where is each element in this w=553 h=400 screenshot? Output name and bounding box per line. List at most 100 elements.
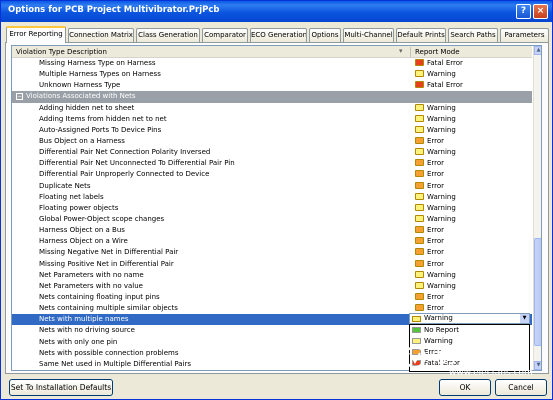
filter-icon[interactable]: ▾ <box>399 47 403 55</box>
report-mode-icon <box>415 237 424 245</box>
violation-name: Harness Object on a Bus <box>39 226 125 235</box>
violation-row[interactable]: Harness Object on a Bus Error <box>12 225 532 236</box>
report-mode-cell[interactable]: Warning <box>415 192 456 203</box>
violation-name: Same Net used in Multiple Differential P… <box>39 359 192 368</box>
report-mode-cell[interactable]: Error <box>415 225 444 236</box>
tab-comparator[interactable]: Comparator <box>202 28 248 42</box>
scrollbar-thumb[interactable] <box>534 238 541 346</box>
report-mode-cell[interactable]: Error <box>415 247 444 258</box>
report-mode-label: Error <box>427 170 445 179</box>
violation-row[interactable]: Harness Object on a Wire Error <box>12 236 532 247</box>
report-mode-cell[interactable]: Warning <box>415 214 456 225</box>
violation-row[interactable]: Auto-Assigned Ports To Device Pins Warnin… <box>12 125 532 136</box>
violation-row[interactable]: Adding Items from hidden net to net Warni… <box>12 114 532 125</box>
violation-row[interactable]: Missing Negative Net in Differential Pai… <box>12 247 532 258</box>
report-mode-cell[interactable]: Error <box>415 136 444 147</box>
report-mode-cell[interactable]: Fatal Error <box>415 80 463 91</box>
category-row[interactable]: − Violations Associated with Nets <box>12 91 532 103</box>
report-mode-cell[interactable]: Error <box>415 236 444 247</box>
violation-row[interactable]: Differential Pair Unproperly Connected t… <box>12 169 532 180</box>
warning-icon <box>412 316 421 322</box>
report-mode-cell[interactable]: Error <box>415 158 444 169</box>
tab-parameters[interactable]: Parameters <box>500 28 549 42</box>
tab-options[interactable]: Options <box>309 28 341 42</box>
violation-row[interactable]: Missing Harness Type on Harness Fatal Err… <box>12 58 532 69</box>
report-mode-icon <box>415 203 424 211</box>
report-mode-cell[interactable]: Warning <box>415 125 456 136</box>
report-mode-cell[interactable]: Error <box>415 169 444 180</box>
violation-name: Violations Associated with Nets <box>26 92 136 101</box>
tab-class-generation[interactable]: Class Generation <box>136 28 200 42</box>
set-to-installation-defaults-button[interactable]: Set To Installation Defaults <box>9 379 113 396</box>
column-header-violation-type[interactable]: Violation Type Description <box>16 48 107 56</box>
violation-name: Missing Negative Net in Differential Pai… <box>39 248 179 257</box>
tab-search-paths[interactable]: Search Paths <box>448 28 498 42</box>
cancel-button[interactable]: Cancel <box>495 379 547 396</box>
column-divider[interactable] <box>410 47 411 57</box>
violation-row[interactable]: Unknown Harness Type Fatal Error <box>12 80 532 91</box>
close-button[interactable]: × <box>533 4 548 19</box>
violation-row[interactable]: Nets containing floating input pins Error <box>12 292 532 303</box>
violation-row[interactable]: Adding hidden net to sheet Warning <box>12 103 532 114</box>
window-title: Options for PCB Project Multivibrator.Pr… <box>8 5 220 15</box>
violation-row[interactable]: Differential Pair Net Connection Polarit… <box>12 147 532 158</box>
tab-multi-channel[interactable]: Multi-Channel <box>343 28 394 42</box>
violation-name: Adding Items from hidden net to net <box>39 114 167 123</box>
report-mode-cell[interactable]: Fatal Error <box>415 58 463 69</box>
chevron-down-icon[interactable]: ▼ <box>520 314 529 323</box>
violation-name: Floating power objects <box>39 203 119 212</box>
violation-name: Missing Harness Type on Harness <box>39 59 156 67</box>
report-mode-cell[interactable]: Warning <box>415 281 456 292</box>
report-mode-label: Error <box>427 292 445 301</box>
violation-name: Multiple Harness Types on Harness <box>39 70 161 79</box>
tab-default-prints[interactable]: Default Prints <box>396 28 446 42</box>
elecfans-watermark: 电子发烧友 www.elecfans.com <box>403 345 533 378</box>
report-mode-icon <box>415 114 424 122</box>
tab-error-reporting[interactable]: Error Reporting <box>6 26 66 43</box>
dropdown-option[interactable]: No Report <box>410 325 529 336</box>
report-mode-cell[interactable]: Warning <box>415 147 456 158</box>
tab-connection-matrix[interactable]: Connection Matrix <box>68 28 134 42</box>
report-mode-combo[interactable]: Warning ▼ <box>409 313 530 324</box>
report-mode-cell[interactable]: Error <box>415 292 444 303</box>
violation-row[interactable]: Missing Positive Net in Differential Pai… <box>12 259 532 270</box>
report-mode-cell[interactable]: Warning <box>415 114 456 125</box>
violation-row[interactable]: Differential Pair Net Unconnected To Dif… <box>12 158 532 169</box>
tab-eco-generation[interactable]: ECO Generation <box>250 28 307 42</box>
report-mode-cell[interactable]: Warning <box>415 203 456 214</box>
violation-row[interactable]: Net Parameters with no name Warning <box>12 270 532 281</box>
report-mode-label: Error <box>427 136 445 145</box>
violation-name: Nets with no driving source <box>39 326 135 335</box>
scroll-up-arrow-icon[interactable]: ▲ <box>534 46 541 55</box>
violation-row[interactable]: Global Power-Object scope changes Warning <box>12 214 532 225</box>
report-mode-cell[interactable]: Warning <box>415 69 456 80</box>
violation-row[interactable]: Bus Object on a Harness Error <box>12 136 532 147</box>
violation-row[interactable]: Net Parameters with no value Warning <box>12 281 532 292</box>
report-mode-label: Warning <box>427 203 456 212</box>
report-mode-cell[interactable]: Error <box>415 259 444 270</box>
violation-name: Nets with possible connection problems <box>39 348 179 357</box>
violation-row[interactable]: Duplicate Nets Error <box>12 181 532 192</box>
violation-row[interactable]: Floating net labels Warning <box>12 192 532 203</box>
column-header-report-mode[interactable]: Report Mode <box>415 48 460 56</box>
violation-name: Adding hidden net to sheet <box>39 103 135 112</box>
report-mode-icon <box>415 136 424 144</box>
violation-name: Nets containing floating input pins <box>39 292 160 301</box>
report-mode-cell[interactable]: Warning <box>415 270 456 281</box>
ok-button[interactable]: OK <box>439 379 491 396</box>
report-mode-icon <box>415 81 424 89</box>
violation-name: Missing Positive Net in Differential Pai… <box>39 259 174 268</box>
violation-name: Nets with only one pin <box>39 337 118 346</box>
report-mode-cell[interactable]: Warning <box>415 103 456 114</box>
violation-name: Auto-Assigned Ports To Device Pins <box>39 125 162 134</box>
report-mode-label: Fatal Error <box>427 81 463 90</box>
help-button[interactable]: ? <box>516 4 531 19</box>
report-mode-label: Error <box>427 226 445 235</box>
title-bar[interactable]: Options for PCB Project Multivibrator.Pr… <box>1 1 552 22</box>
violation-row[interactable]: Floating power objects Warning <box>12 203 532 214</box>
collapse-toggle-icon[interactable]: − <box>16 93 23 101</box>
vertical-scrollbar[interactable]: ▲ ▼ <box>533 46 541 370</box>
violation-row[interactable]: Multiple Harness Types on Harness Warning <box>12 69 532 80</box>
report-mode-cell[interactable]: Error <box>415 181 444 192</box>
dropdown-option-label: No Report <box>424 326 459 334</box>
